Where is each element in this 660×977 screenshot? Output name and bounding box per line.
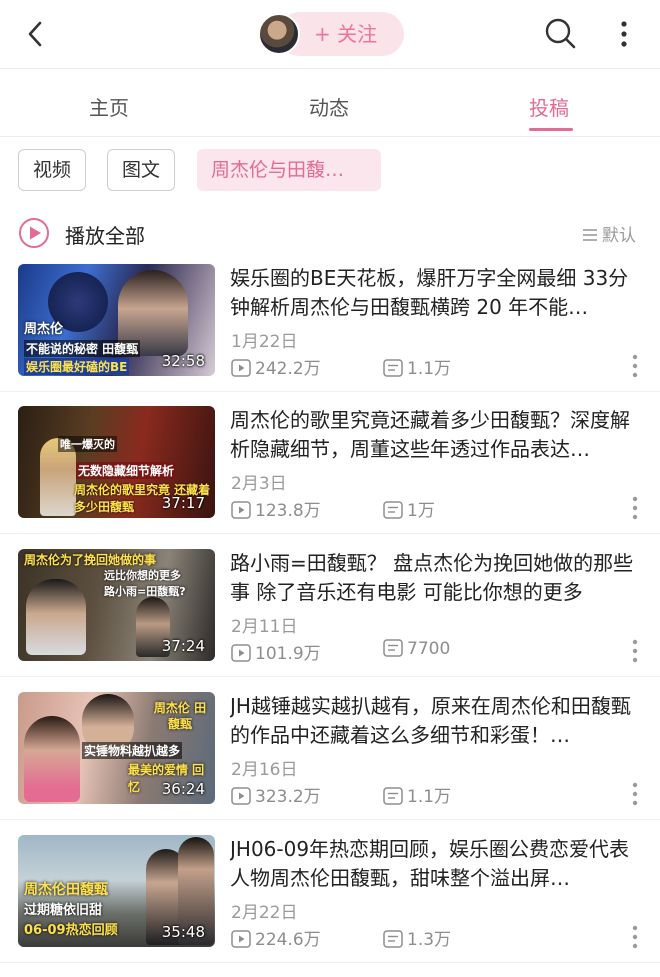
chip-collection[interactable]: 周杰伦与田馥… [197, 149, 381, 191]
sort-label: 默认 [602, 226, 636, 246]
play-count-icon [231, 359, 251, 377]
thumbnail-caption: 周杰伦 [24, 322, 64, 337]
list-divider [0, 676, 660, 677]
header-divider [0, 68, 660, 69]
comment-icon [383, 930, 403, 948]
comment-count: 1.1万 [383, 354, 451, 379]
video-list-item[interactable]: 周杰伦田馥甄 过期糖依旧甜 06-09热恋回顾 35:48 JH06-09年热恋… [0, 835, 660, 977]
sign-decoration [148, 408, 212, 434]
comment-icon [383, 359, 403, 377]
view-count: 323.2万 [231, 782, 321, 807]
video-thumbnail[interactable]: 唯一爆灭的 无数隐藏细节解析 周杰伦的歌里究竟 还藏着多少田馥甄 37:17 [18, 406, 215, 518]
top-bar: + 关注 [0, 0, 660, 68]
video-list-item[interactable]: 周杰伦 田馥甄 实锤物料越扒越多 最美的爱情 回忆 36:24 JH越锤越实越扒… [0, 692, 660, 834]
video-list-item[interactable]: 周杰伦 不能说的秘密 田馥甄 娱乐圈最好磕的BE 32:58 娱乐圈的BE天花板… [0, 264, 660, 406]
video-title[interactable]: 周杰伦的歌里究竟还藏着多少田馥甄？深度解析隐藏细节，周董这些年透过作品表达… [230, 406, 640, 464]
video-duration: 32:58 [161, 352, 205, 370]
thumbnail-caption: 实锤物料越扒越多 [82, 742, 183, 759]
thumbnail-caption: 过期糖依旧甜 [24, 903, 103, 918]
thumbnail-caption: 06-09热恋回顾 [24, 923, 118, 938]
video-thumbnail[interactable]: 周杰伦 田馥甄 实锤物料越扒越多 最美的爱情 回忆 36:24 [18, 692, 215, 804]
search-icon[interactable] [543, 16, 577, 50]
video-date: 2月16日 [231, 760, 298, 780]
item-more-icon[interactable] [630, 925, 640, 949]
thumbnail-caption: 周杰伦为了挽回她做的事 [24, 553, 157, 567]
sort-lines-icon [583, 229, 597, 241]
thumbnail-caption: 远比你想的更多 [104, 569, 181, 582]
video-date: 2月3日 [231, 474, 287, 494]
list-divider [0, 391, 660, 392]
item-more-icon[interactable] [630, 496, 640, 520]
tab-uploads[interactable]: 投稿 [529, 92, 569, 121]
chip-image-text[interactable]: 图文 [107, 149, 176, 191]
more-vertical-icon[interactable] [612, 18, 636, 50]
comment-icon [383, 639, 403, 657]
play-count-icon [231, 501, 251, 519]
comment-icon [383, 501, 403, 519]
thumbnail-caption: 周杰伦田馥甄 [24, 882, 108, 898]
video-thumbnail[interactable]: 周杰伦 不能说的秘密 田馥甄 娱乐圈最好磕的BE 32:58 [18, 264, 215, 376]
thumbnail-caption: 不能说的秘密 田馥甄 [24, 340, 141, 357]
comment-icon [383, 787, 403, 805]
view-count: 242.2万 [231, 354, 321, 379]
view-count: 224.6万 [231, 925, 321, 950]
tabs-divider [0, 136, 660, 137]
list-divider [0, 533, 660, 534]
tab-active-indicator [529, 128, 573, 131]
comment-count: 1万 [383, 496, 435, 521]
play-count-icon [231, 787, 251, 805]
chip-video[interactable]: 视频 [18, 149, 87, 191]
list-divider [0, 819, 660, 820]
comment-count: 7700 [383, 639, 450, 659]
item-more-icon[interactable] [630, 354, 640, 378]
back-chevron-icon[interactable] [20, 18, 52, 50]
video-thumbnail[interactable]: 周杰伦为了挽回她做的事 远比你想的更多 路小雨=田馥甄? 37:24 [18, 549, 215, 661]
thumbnail-caption: 无数隐藏细节解析 [76, 462, 177, 479]
play-all-label: 播放全部 [65, 224, 145, 248]
video-title[interactable]: JH06-09年热恋期回顾，娱乐圈公费恋爱代表人物周杰伦田馥甄，甜味整个溢出屏… [230, 835, 640, 893]
list-divider [0, 962, 660, 963]
thumbnail-caption: 路小雨=田馥甄? [104, 585, 186, 598]
play-count-icon [231, 644, 251, 662]
video-date: 2月11日 [231, 617, 298, 637]
comment-count: 1.3万 [383, 925, 451, 950]
view-count: 101.9万 [231, 639, 321, 664]
tab-bar: 主页 动态 投稿 [0, 76, 660, 136]
item-more-icon[interactable] [630, 639, 640, 663]
play-circle-icon [19, 218, 49, 248]
video-duration: 37:24 [161, 637, 205, 655]
comment-count: 1.1万 [383, 782, 451, 807]
video-list-item[interactable]: 唯一爆灭的 无数隐藏细节解析 周杰伦的歌里究竟 还藏着多少田馥甄 37:17 周… [0, 406, 660, 548]
video-duration: 36:24 [161, 780, 205, 798]
item-more-icon[interactable] [630, 782, 640, 806]
thumbnail-caption: 周杰伦 田馥甄 [153, 701, 207, 731]
tab-feed[interactable]: 动态 [309, 92, 349, 121]
video-thumbnail[interactable]: 周杰伦田馥甄 过期糖依旧甜 06-09热恋回顾 35:48 [18, 835, 215, 947]
video-list-item[interactable]: 周杰伦为了挽回她做的事 远比你想的更多 路小雨=田馥甄? 37:24 路小雨=田… [0, 549, 660, 691]
view-count: 123.8万 [231, 496, 321, 521]
video-date: 1月22日 [231, 332, 298, 352]
tab-home[interactable]: 主页 [89, 92, 129, 121]
video-duration: 35:48 [161, 923, 205, 941]
thumbnail-caption: 娱乐圈最好磕的BE [24, 358, 130, 375]
avatar[interactable] [258, 13, 300, 55]
video-duration: 37:17 [161, 494, 205, 512]
video-title[interactable]: JH越锤越实越扒越有，原来在周杰伦和田馥甄的作品中还藏着这么多细节和彩蛋！… [230, 692, 640, 750]
sort-button[interactable]: 默认 [582, 221, 636, 246]
play-count-icon [231, 930, 251, 948]
video-date: 2月22日 [231, 903, 298, 923]
video-title[interactable]: 娱乐圈的BE天花板，爆肝万字全网最细 33分钟解析周杰伦与田馥甄横跨 20 年不… [230, 264, 640, 322]
video-title[interactable]: 路小雨=田馥甄？ 盘点杰伦为挽回她做的那些事 除了音乐还有电影 可能比你想的更多 [230, 549, 640, 607]
thumbnail-caption: 唯一爆灭的 [58, 436, 117, 452]
